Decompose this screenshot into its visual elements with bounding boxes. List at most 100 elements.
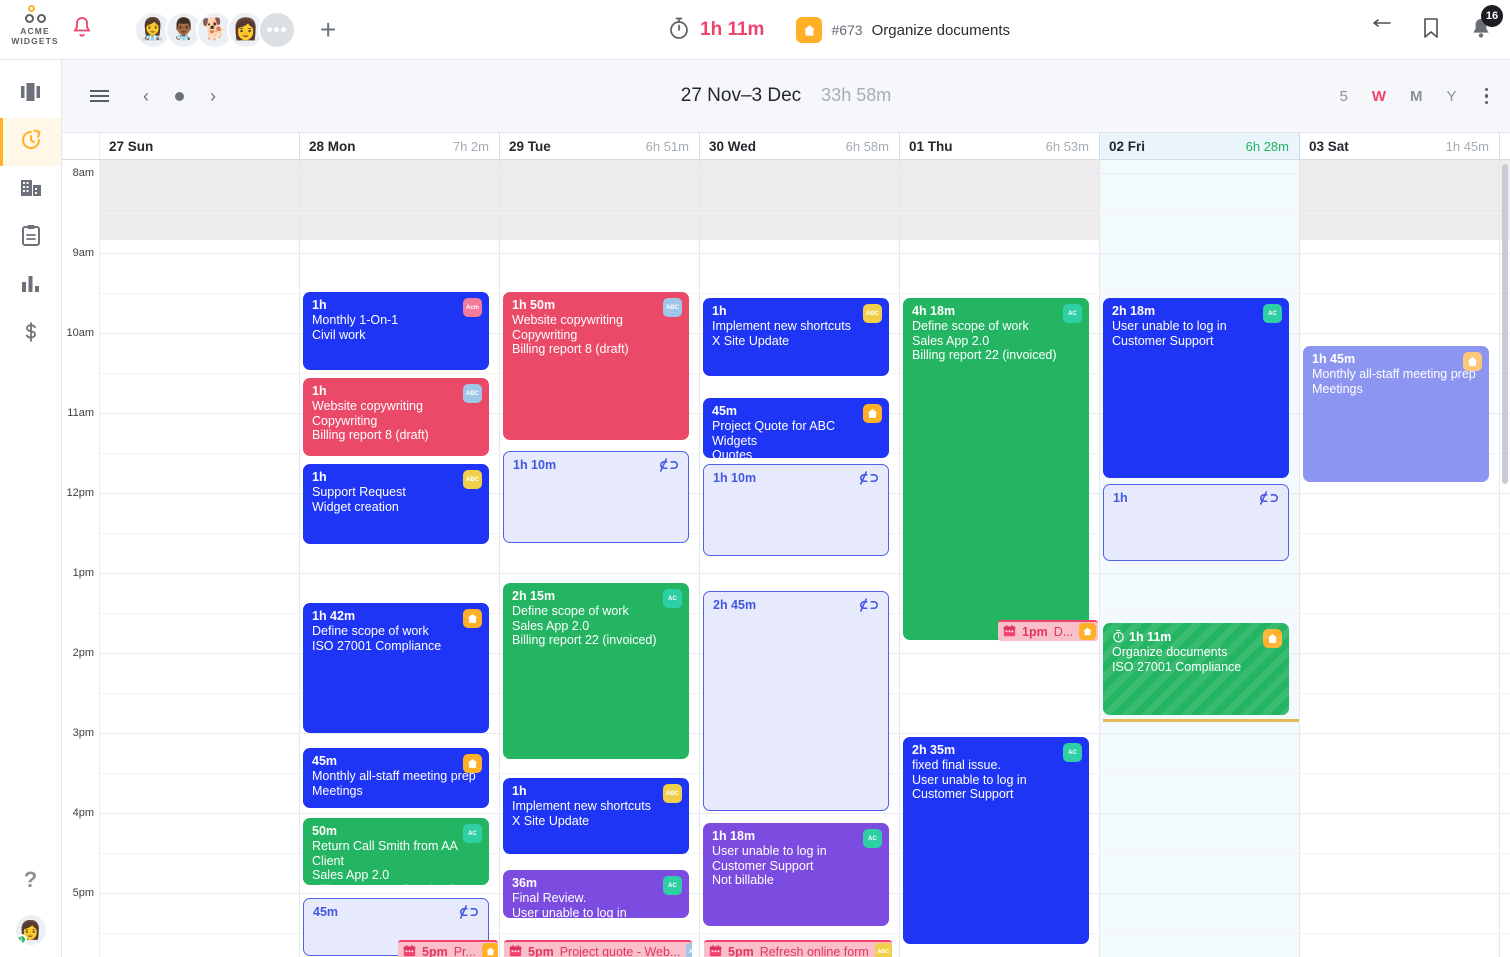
dashboard-icon <box>20 82 42 107</box>
building-icon <box>20 178 42 203</box>
event-line: Support Request <box>312 485 406 499</box>
calendar-event[interactable]: 1h 10m <box>703 464 889 556</box>
event-line: Widget creation <box>312 499 399 514</box>
calendar-event[interactable]: 2h 15m Define scope of work Sales App 2.0 B… <box>503 583 689 759</box>
event-line: Monthly 1-On-1 <box>312 313 399 327</box>
add-member-button[interactable]: + <box>320 15 336 44</box>
day-column[interactable] <box>1300 160 1500 957</box>
calendar-event[interactable]: 1h Website copywriting Copywriting Billing … <box>303 378 489 456</box>
day-header-fri[interactable]: 02 Fri 6h 28m <box>1100 133 1300 159</box>
calendar-toolbar: ‹ › 27 Nov–3 Dec 33h 58m 5 W M Y <box>62 60 1510 132</box>
more-options-icon[interactable] <box>1484 87 1488 105</box>
calendar-event[interactable]: 2h 45m <box>703 591 889 811</box>
day-header-thu[interactable]: 01 Thu 6h 53m <box>900 133 1100 159</box>
calendar-event[interactable]: 4h 18m Define scope of work Sales App 2.0 B… <box>903 298 1089 640</box>
calendar-event[interactable]: 1h 11m Organize documents ISO 27001 Compli… <box>1103 623 1289 715</box>
event-duration: 1h 50m <box>512 298 556 312</box>
vertical-scrollbar-thumb[interactable] <box>1502 164 1508 484</box>
calendar-event[interactable]: 1h Monthly 1-On-1 Civil work Acm <box>303 292 489 370</box>
event-line: Billing report 8 (draft) <box>312 428 429 442</box>
scheduled-task-pill[interactable]: 5pm Project quote - Web... ABC <box>504 940 692 957</box>
running-edge <box>1103 709 1289 715</box>
left-nav-rail: ? 👩 1 <box>0 60 62 957</box>
sidebar-item-reports[interactable] <box>0 262 61 310</box>
grid-line <box>100 253 1510 254</box>
calendar-event[interactable]: 36m Final Review. User unable to log in AC <box>503 870 689 918</box>
sidebar-item-company[interactable] <box>0 166 61 214</box>
calendar-event[interactable]: 1h 18m User unable to log in Customer Supp… <box>703 823 889 926</box>
back-icon[interactable] <box>1368 18 1392 42</box>
event-line: User unable to log in <box>1112 319 1227 333</box>
day-header-sun[interactable]: 27 Sun <box>100 133 300 159</box>
day-header-tue[interactable]: 29 Tue 6h 51m <box>500 133 700 159</box>
hour-label: 2pm <box>72 647 94 659</box>
home-icon <box>481 943 498 957</box>
hour-label: 4pm <box>72 807 94 819</box>
day-label: 03 Sat <box>1309 138 1349 154</box>
grid-line <box>100 213 1510 214</box>
sidebar-item-timer[interactable] <box>0 118 61 166</box>
calendar-event[interactable]: 2h 18m User unable to log in Customer Supp… <box>1103 298 1289 478</box>
hour-label: 12pm <box>66 487 94 499</box>
day-header-sat[interactable]: 03 Sat 1h 45m <box>1300 133 1500 159</box>
alert-bell-icon[interactable] <box>72 16 92 43</box>
event-line: ISO 27001 Compliance <box>312 638 442 653</box>
event-line: User unable to log in <box>512 905 627 919</box>
time-gutter: 8am 9am 10am 11am 12pm 1pm 2pm 3pm 4pm 5pm <box>62 160 100 957</box>
day-label: 29 Tue <box>509 138 551 154</box>
bookmark-icon[interactable] <box>1422 17 1440 44</box>
scheduled-task-pill[interactable]: 5pm Pr... <box>398 940 498 957</box>
event-duration: 1h <box>312 298 327 312</box>
top-actions: 16 <box>1368 0 1503 60</box>
task-title: Organize documents <box>871 21 1010 39</box>
calendar-event[interactable]: 1h Implement new shortcuts X Site Update AB… <box>503 778 689 854</box>
scheduled-task-pill[interactable]: 5pm Refresh online form ABC <box>704 940 892 957</box>
day-header-mon[interactable]: 28 Mon 7h 2m <box>300 133 500 159</box>
calendar-event[interactable]: 1h 10m <box>503 451 689 543</box>
calendar-event[interactable]: 1h 42m Define scope of work ISO 27001 Comp… <box>303 603 489 733</box>
scheduled-task-pill[interactable]: 1pm D... <box>998 620 1098 641</box>
calendar-event[interactable]: 1h Support Request Widget creation ABC <box>303 464 489 544</box>
week-total-time: 33h 58m <box>821 85 892 105</box>
sidebar-item-tasks[interactable] <box>0 214 61 262</box>
calendar-event[interactable]: 50m Return Call Smith from AA Client Sales… <box>303 818 489 885</box>
event-duration: 45m <box>313 905 339 919</box>
avatar-more-button[interactable]: ••• <box>258 10 296 49</box>
active-task[interactable]: #673 Organize documents <box>796 17 1010 43</box>
prev-week-button[interactable]: ‹ <box>143 86 149 107</box>
event-line: Copywriting <box>312 413 378 428</box>
brand-logo[interactable]: ACME WIDGETS <box>4 4 66 46</box>
view-option-month[interactable]: M <box>1410 88 1423 105</box>
menu-icon[interactable] <box>90 90 109 102</box>
calendar-event[interactable]: 1h <box>1103 484 1289 561</box>
sidebar-item-dashboard[interactable] <box>0 70 61 118</box>
event-duration: 45m <box>312 754 338 768</box>
help-button[interactable]: ? <box>24 867 37 893</box>
event-line: Sales App 2.0 <box>912 333 990 348</box>
event-line: X Site Update <box>512 813 590 828</box>
event-line: fixed final issue. <box>912 758 1001 772</box>
event-line: Monthly all-staff meeting prep <box>1312 367 1476 381</box>
today-button[interactable] <box>175 91 184 101</box>
view-option-5[interactable]: 5 <box>1339 88 1347 105</box>
current-user-avatar[interactable]: 👩 1 <box>15 915 46 945</box>
pill-time: 1pm <box>1022 624 1048 639</box>
calendar-event[interactable]: 45m Project Quote for ABC Widgets Quotes <box>703 398 889 458</box>
calendar-event[interactable]: 1h 45m Monthly all-staff meeting prep Meet… <box>1303 346 1489 482</box>
sidebar-item-billing[interactable] <box>0 310 61 358</box>
calendar-event[interactable]: 1h Implement new shortcuts X Site Update AB… <box>703 298 889 376</box>
next-week-button[interactable]: › <box>210 86 216 107</box>
event-line: Organize documents <box>1112 645 1228 659</box>
calendar-grid[interactable]: 8am 9am 10am 11am 12pm 1pm 2pm 3pm 4pm 5pm 1h Mont… <box>62 160 1510 957</box>
day-column[interactable] <box>100 160 300 957</box>
calendar-event[interactable]: 1h 50m Website copywriting Copywriting Bill… <box>503 292 689 440</box>
calendar-event[interactable]: 2h 35m fixed final issue. User unable to l… <box>903 737 1089 944</box>
view-option-year[interactable]: Y <box>1446 88 1456 105</box>
notification-bell[interactable]: 16 <box>1470 4 1503 45</box>
view-option-week[interactable]: W <box>1372 88 1386 105</box>
day-total: 6h 53m <box>1045 138 1089 154</box>
calendar-event[interactable]: 45m Monthly all-staff meeting prep Meeting… <box>303 748 489 808</box>
event-duration: 2h 35m <box>912 743 956 757</box>
day-header-wed[interactable]: 30 Wed 6h 58m <box>700 133 900 159</box>
day-total: 7h 2m <box>452 138 489 154</box>
